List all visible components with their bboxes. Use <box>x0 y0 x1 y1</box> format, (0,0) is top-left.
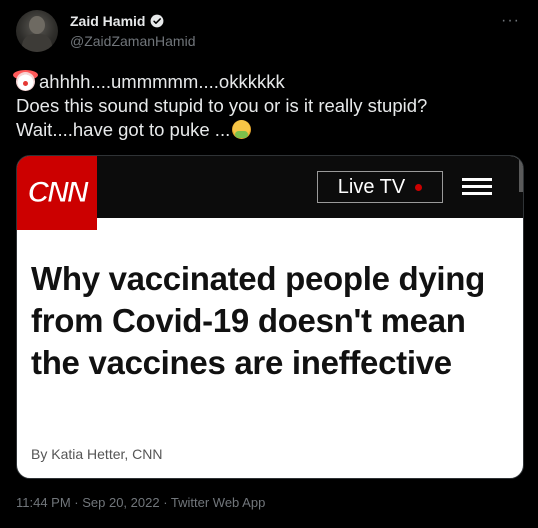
live-tv-button: Live TV <box>317 171 443 203</box>
card-byline: By Katia Hetter, CNN <box>31 446 163 462</box>
avatar-body <box>22 34 52 52</box>
link-card[interactable]: Live TV CNN Why vaccinated people dying … <box>16 155 524 479</box>
hamburger-menu-icon <box>462 178 492 199</box>
card-headline: Why vaccinated people dying from Covid-1… <box>31 260 485 381</box>
clown-face-icon <box>13 70 38 91</box>
avatar-head <box>29 16 45 34</box>
tweet-text: ahhhh....ummmmm....okkkkkk Does this sou… <box>13 70 428 142</box>
author-name[interactable]: Zaid Hamid <box>70 13 145 29</box>
more-options-icon[interactable]: ··· <box>501 12 520 30</box>
vomiting-face-icon <box>232 120 252 139</box>
verified-badge-icon <box>151 14 164 28</box>
avatar[interactable] <box>16 10 58 52</box>
scrollbar <box>519 156 523 192</box>
tweet-line-1: ahhhh....ummmmm....okkkkkk <box>39 71 285 92</box>
live-tv-label: Live TV <box>337 175 406 198</box>
cnn-logo-text: CNN <box>27 176 89 210</box>
tweet: Zaid Hamid @ZaidZamanHamid ··· ahhhh....… <box>0 0 538 528</box>
live-dot-icon <box>415 183 423 191</box>
tweet-timestamp[interactable]: 11:44 PM · Sep 20, 2022 · Twitter Web Ap… <box>16 495 265 510</box>
author-row: Zaid Hamid <box>70 13 164 29</box>
cnn-logo: CNN <box>17 156 97 230</box>
tweet-line-3: Wait....have got to puke ... <box>16 119 231 140</box>
tweet-line-2: Does this sound stupid to you or is it r… <box>16 95 428 116</box>
author-handle[interactable]: @ZaidZamanHamid <box>70 33 195 49</box>
